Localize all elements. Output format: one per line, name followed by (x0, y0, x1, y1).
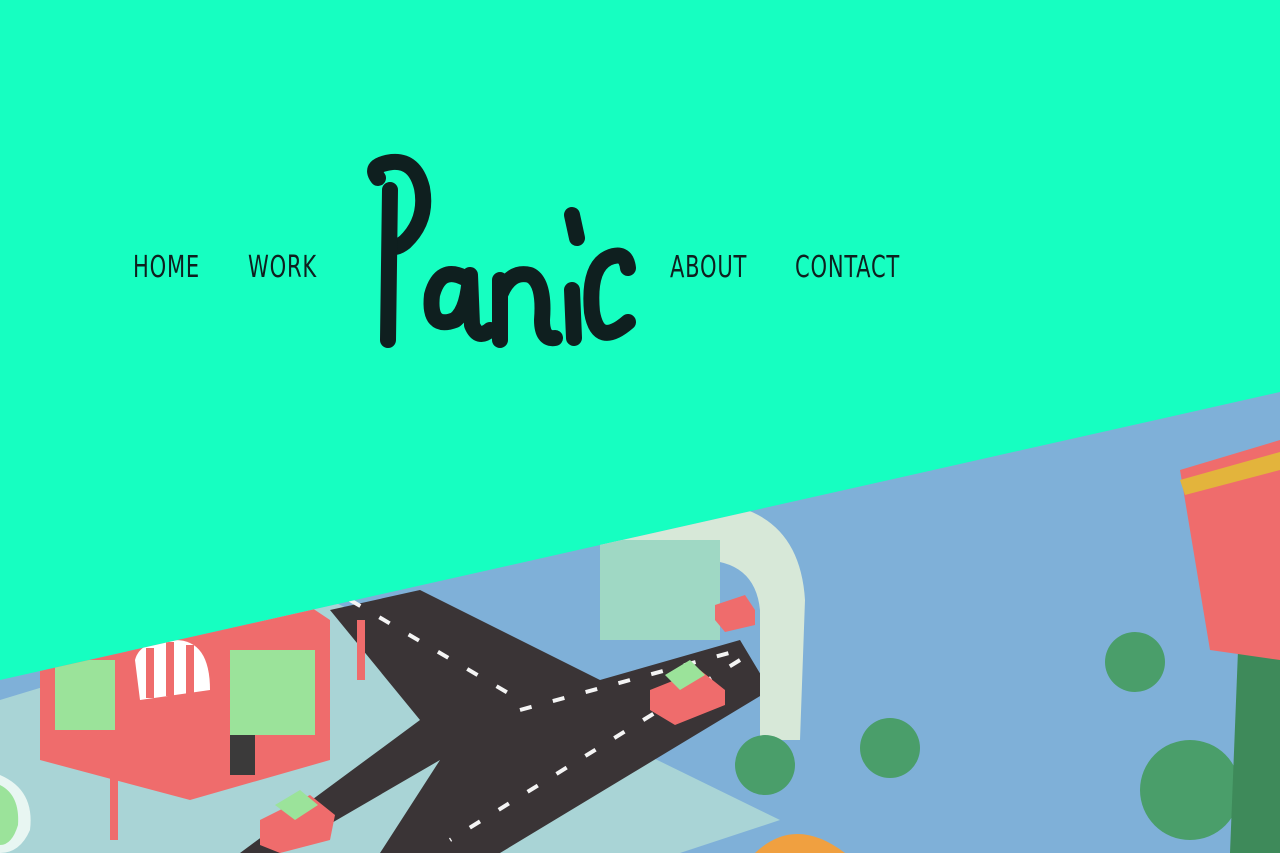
nav-home[interactable]: HOME (133, 248, 200, 288)
hero-illustration (0, 392, 1280, 853)
window (230, 650, 315, 735)
lamp-post (110, 770, 118, 840)
tree (735, 735, 795, 795)
panic-logo[interactable] (360, 150, 640, 360)
nav-work[interactable]: WORK (248, 248, 317, 288)
nav-about[interactable]: ABOUT (670, 248, 747, 288)
tree (1140, 740, 1240, 840)
tree (1105, 632, 1165, 692)
nav-contact[interactable]: CONTACT (795, 248, 900, 288)
sign-board (230, 735, 255, 775)
main-nav: HOME WORK ABOUT CONTACT (0, 248, 1280, 288)
lamp-post (357, 620, 365, 680)
building-teal (600, 540, 720, 640)
window (55, 660, 115, 730)
tree (860, 718, 920, 778)
